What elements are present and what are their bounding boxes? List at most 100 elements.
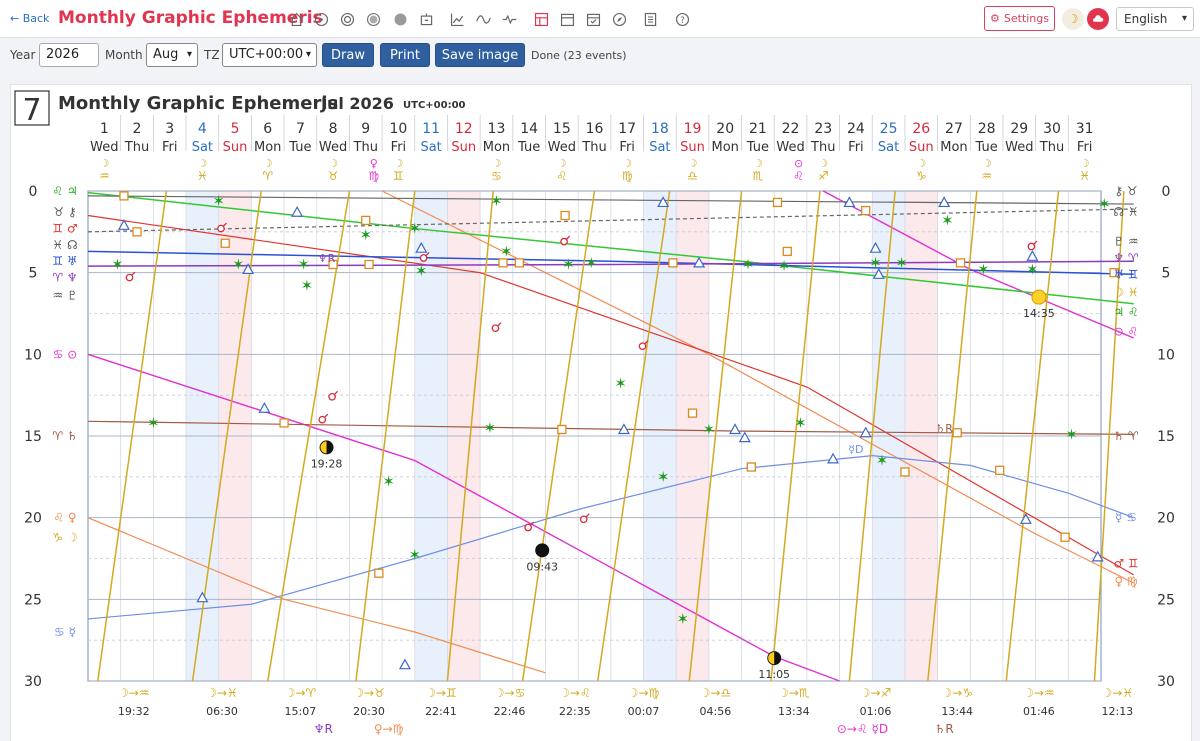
grid-chart-icon[interactable] <box>531 9 551 29</box>
weekday-label: Fri <box>162 140 178 155</box>
line-chart-icon[interactable] <box>447 9 467 29</box>
target-ring-icon[interactable] <box>363 9 383 29</box>
sextile-mark: ✶ <box>408 220 421 238</box>
y-tick-label-left: 30 <box>24 674 42 690</box>
month-select[interactable]: Aug ▾ <box>146 43 198 67</box>
right-planet-label: ♃ ♌ <box>1113 305 1138 319</box>
moon-ingress-time: 12:13 <box>1101 705 1133 718</box>
year-label: Year <box>10 48 36 62</box>
moon-ingress-time: 20:30 <box>353 705 385 718</box>
square-mark <box>687 408 698 418</box>
language-select[interactable]: English ▾ <box>1116 7 1194 31</box>
chevron-down-icon: ▾ <box>1181 13 1187 24</box>
sextile-mark: ✶ <box>147 414 160 432</box>
chart-logo: 7 <box>22 93 41 128</box>
day-number: 10 <box>390 121 408 137</box>
day-number: 20 <box>716 121 734 137</box>
moon-ingress-time: 04:56 <box>700 705 732 718</box>
month-label: Month <box>105 48 143 62</box>
day-number: 24 <box>847 121 865 137</box>
circle-dot-icon[interactable] <box>311 9 331 29</box>
square-mark <box>861 205 871 216</box>
right-planet-label: ♂ ♊ <box>1113 556 1138 570</box>
square-mark <box>557 424 567 435</box>
planet-ingress-sign: ♍ <box>368 169 379 183</box>
left-planet-label: ♉ ⚷ <box>53 205 76 219</box>
moon-sign-glyph: ♑ <box>916 169 927 183</box>
day-number: 29 <box>1010 121 1028 137</box>
weekday-label: Tue <box>975 140 998 155</box>
right-planet-label: ♆ ♈ <box>1113 251 1139 265</box>
help-icon[interactable]: ? <box>672 9 692 29</box>
moon-ingress-sign: ☽→♐ <box>860 686 892 700</box>
compass-icon[interactable] <box>609 9 629 29</box>
moon-ingress-sign: ☽→♓ <box>1102 686 1134 700</box>
day-number: 31 <box>1076 121 1094 137</box>
calendar-clock-icon[interactable] <box>416 9 436 29</box>
left-planet-label: ♋ ☿ <box>54 625 76 639</box>
y-tick-label-left: 10 <box>24 347 42 363</box>
planet-track-line <box>381 190 1134 584</box>
moon-ingress-sign: ☽→♒ <box>118 686 150 700</box>
sextile-mark: ✶ <box>614 375 627 393</box>
weekday-label: Wed <box>1005 140 1033 155</box>
sextile-mark: ✶ <box>676 610 689 628</box>
opposition-mark <box>1027 242 1036 251</box>
chevron-down-icon: ▾ <box>305 49 311 60</box>
sextile-mark: ✶ <box>212 192 225 210</box>
trine-mark <box>827 452 840 464</box>
opposition-mark <box>419 254 428 262</box>
moon-ingress-sign: ☽→♈ <box>285 686 317 700</box>
settings-button[interactable]: ⚙ Settings <box>984 6 1055 31</box>
weekday-label: Wed <box>90 140 118 155</box>
list-icon[interactable] <box>640 9 660 29</box>
trine-mark <box>728 423 742 435</box>
trine-mark <box>258 401 271 413</box>
sextile-mark: ✶ <box>703 420 716 438</box>
print-button[interactable]: Print <box>380 43 430 67</box>
moon-sign-glyph: ♊ <box>393 169 404 183</box>
left-planet-label: ♌ ♀ <box>53 511 76 525</box>
moon-sign-glyph: ♏ <box>753 169 764 183</box>
cloud-icon[interactable] <box>1087 8 1109 30</box>
ephemeris-panel: ✶ ✶ ✶ ✶ ✶ ✶ ✶ ✶ ✶ ✶ ✶ ✶ ✶ ✶ ✶ ✶ ✶ ✶ ✶ ✶ ✶ ✶ ✶ ✶ ✶ ✶ ✶ ✶ ✶ ✶ ✶ 0 0 5 5 10 10… <box>10 84 1192 741</box>
target-icon[interactable] <box>337 9 357 29</box>
right-planet-label: ♀ ♍ <box>1114 574 1137 588</box>
back-link[interactable]: ← Back <box>10 12 49 25</box>
weekday-label: Thu <box>581 140 606 155</box>
moon-phase-time: 14:35 <box>1023 307 1055 320</box>
home-icon[interactable] <box>286 9 306 29</box>
month-value: Aug <box>153 47 179 62</box>
draw-button[interactable]: Draw <box>322 43 374 67</box>
chart-title: Monthly Graphic Ephemeris <box>58 93 338 114</box>
weekday-label: Mon <box>711 140 738 155</box>
calendar-icon[interactable] <box>557 9 577 29</box>
sextile-mark: ✶ <box>657 468 670 486</box>
moon-theme-icon[interactable]: ☽ <box>1062 8 1084 30</box>
weekday-label: Thu <box>353 140 378 155</box>
bottom-event-label: ♄R <box>935 722 954 736</box>
day-number: 8 <box>329 121 338 137</box>
wave-dotted-icon[interactable] <box>499 9 519 29</box>
calendar-check-icon[interactable] <box>583 9 603 29</box>
y-tick-label-left: 15 <box>24 429 42 445</box>
day-number: 1 <box>100 121 109 137</box>
status-text: Done (23 events) <box>531 49 627 62</box>
weekday-label: Thu <box>810 140 835 155</box>
right-planet-label: ☽ ♓ <box>1113 285 1138 299</box>
square-mark <box>279 418 289 428</box>
moon-phase-time: 09:43 <box>526 560 558 573</box>
save-image-button[interactable]: Save image <box>435 43 525 67</box>
timezone-select[interactable]: UTC+00:00 ▾ <box>222 43 317 67</box>
wave-icon[interactable] <box>473 9 493 29</box>
right-planet-label: ♅ ♊ <box>1113 267 1138 281</box>
sextile-mark: ✶ <box>778 257 791 275</box>
weekday-label: Tue <box>746 140 769 155</box>
year-input[interactable]: 2026 <box>39 43 99 67</box>
weekday-label: Tue <box>517 140 540 155</box>
square-mark <box>746 462 757 472</box>
square-mark <box>560 210 570 221</box>
moon-ingress-time: 06:30 <box>206 705 238 718</box>
square-mark <box>955 258 966 268</box>
filled-circle-icon[interactable] <box>390 9 410 29</box>
